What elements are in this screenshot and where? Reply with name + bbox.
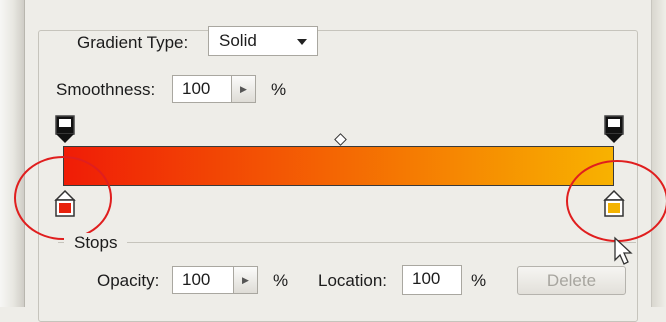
smoothness-stepper[interactable]: ▶ [232, 75, 256, 103]
smoothness-label: Smoothness: [56, 80, 156, 99]
stepper-arrow-icon: ▶ [242, 274, 249, 285]
stepper-arrow-icon: ▶ [240, 83, 247, 94]
highlight-ring-right [566, 160, 666, 242]
smoothness-input[interactable]: 100 [172, 75, 232, 103]
gradient-type-label: Gradient Type: [77, 33, 189, 52]
opacity-label: Opacity: [97, 271, 160, 290]
location-unit: % [471, 271, 487, 290]
window-left-edge [0, 0, 25, 307]
gradient-type-select[interactable]: Solid [208, 26, 318, 56]
smoothness-unit: % [271, 80, 287, 99]
opacity-stop-left[interactable] [54, 114, 76, 144]
location-label: Location: [318, 271, 387, 290]
opacity-unit: % [273, 271, 289, 290]
gradient-preview-bar[interactable] [63, 146, 614, 186]
mouse-cursor-icon [614, 236, 633, 265]
stops-group-label: Stops [64, 233, 128, 253]
dropdown-arrow-icon [297, 39, 307, 45]
window-right-edge [651, 0, 666, 307]
opacity-stop-right[interactable] [603, 114, 625, 144]
location-input[interactable]: 100 [402, 265, 462, 295]
delete-stop-button[interactable]: Delete [517, 266, 626, 295]
highlight-ring-left [14, 156, 112, 240]
stops-group-divider [58, 242, 636, 243]
opacity-stepper[interactable]: ▶ [234, 266, 258, 294]
opacity-input[interactable]: 100 [172, 266, 234, 294]
gradient-type-value: Solid [219, 31, 257, 50]
